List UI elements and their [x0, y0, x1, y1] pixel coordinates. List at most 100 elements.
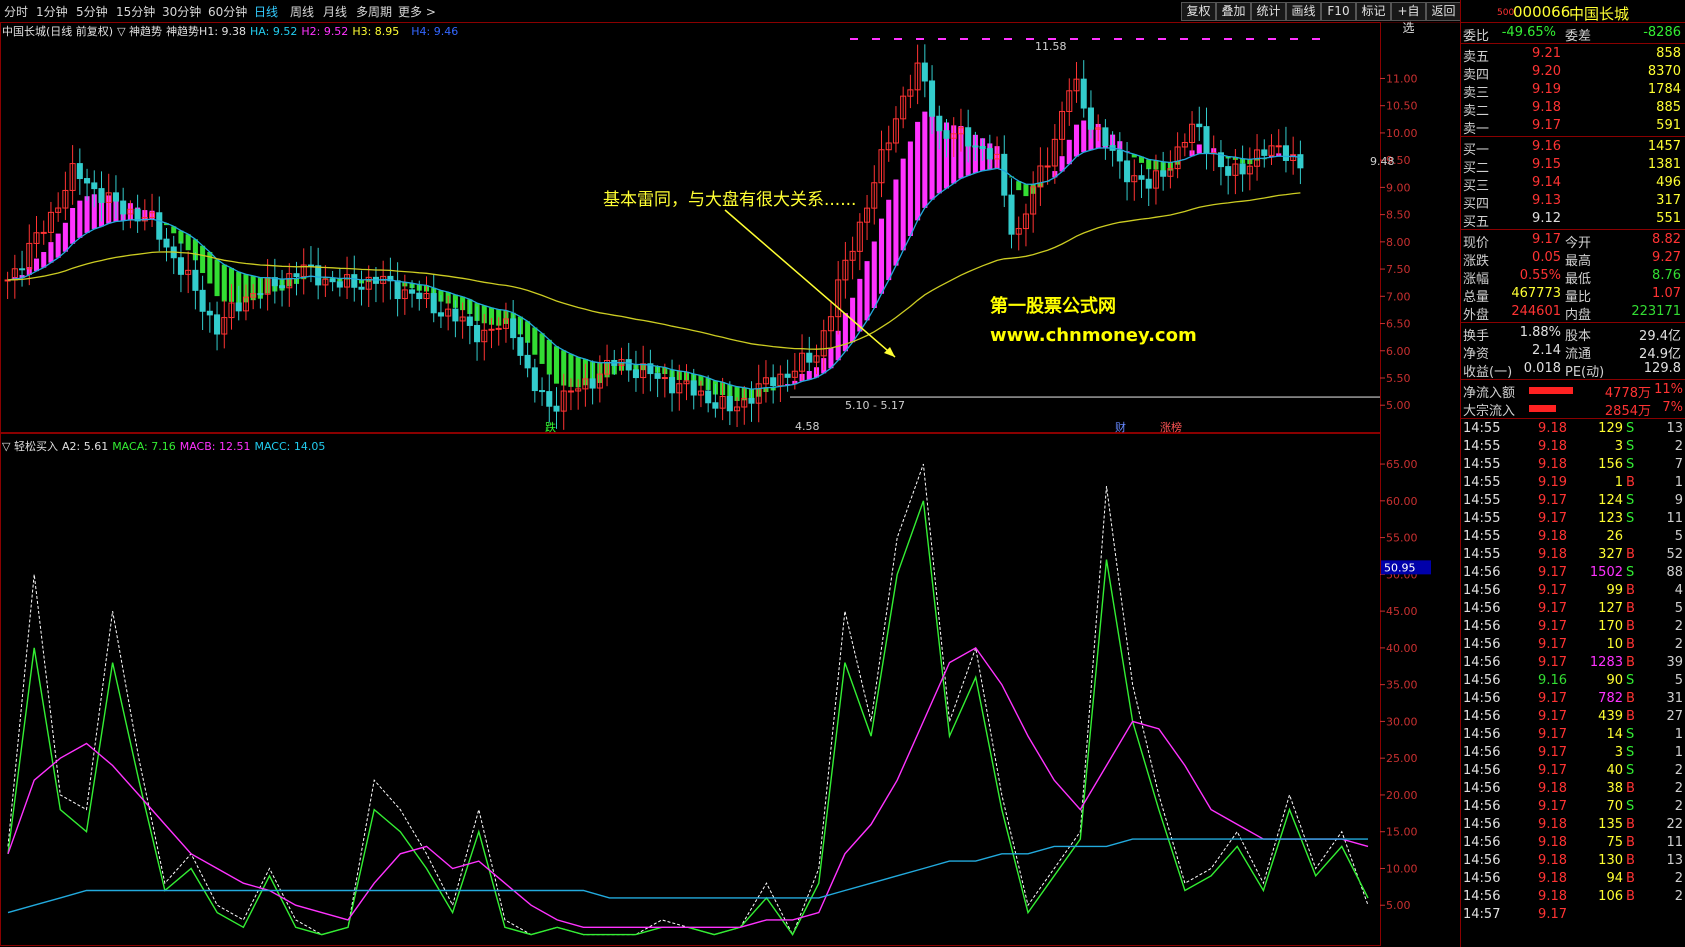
period-tab-6[interactable]: 日线	[254, 3, 278, 20]
period-tab-2[interactable]: 5分钟	[76, 3, 108, 20]
candle-body-43	[315, 265, 322, 286]
period-tab-5[interactable]: 60分钟	[208, 3, 247, 20]
toolbar-button-4[interactable]: F10	[1321, 2, 1356, 21]
tick-time: 14:56	[1463, 781, 1501, 796]
stat-value: 467773	[1511, 286, 1561, 301]
period-tab-9[interactable]: 多周期	[356, 3, 392, 20]
sub-axis-label-6: 35.00	[1386, 679, 1418, 692]
candle-body-154	[1116, 149, 1123, 162]
price-axis-label-9: 6.50	[1386, 318, 1411, 331]
tick-side: S	[1626, 727, 1635, 742]
tick-volume: 26	[1606, 529, 1623, 544]
stat2-row-2: 收益(一) 0.018 PE(动) 129.8	[1461, 360, 1685, 380]
top-marker-3	[916, 38, 924, 40]
sub-series-macc	[7, 838, 1368, 914]
tick-row-5: 14:55 9.17 123 S 11	[1461, 510, 1685, 528]
main-legend-h1: 神趋势H1: 9.38	[166, 25, 247, 38]
stat2-label2: PE(动)	[1565, 365, 1605, 380]
chart-area[interactable]: 11.0010.5010.009.509.008.508.007.507.006…	[0, 22, 1460, 947]
tick-price: 9.18	[1538, 457, 1567, 472]
top-marker-16	[1202, 38, 1210, 40]
tick-side: B	[1626, 691, 1635, 706]
stat-value: 9.17	[1532, 232, 1561, 247]
tick-side: S	[1626, 421, 1635, 436]
sub-axis-label-11: 10.00	[1386, 862, 1418, 875]
candle-body-15	[112, 192, 119, 202]
tick-row-3: 14:55 9.19 1 B 1	[1461, 474, 1685, 492]
watermark-site-name: 第一股票公式网	[990, 296, 1116, 317]
candle-body-28	[206, 310, 213, 316]
tick-volume: 1	[1614, 475, 1623, 490]
main-legend-indicator[interactable]: ▽ 神趋势	[117, 25, 162, 38]
sub-legend-title[interactable]: ▽ 轻松买入	[2, 440, 58, 453]
price-axis-label-4: 9.00	[1386, 181, 1411, 194]
toolbar-button-6[interactable]: +自选	[1391, 2, 1426, 35]
bid-price: 9.16	[1532, 139, 1561, 154]
event-tag-1: 财	[1115, 420, 1126, 434]
candle-body-38	[279, 285, 286, 289]
toolbar-button-2[interactable]: 统计	[1251, 2, 1286, 21]
toolbar-button-1[interactable]: 叠加	[1216, 2, 1251, 21]
tick-volume: 70	[1606, 799, 1623, 814]
tick-row-25: 14:56 9.18 94 B 2	[1461, 870, 1685, 888]
toolbar-button-3[interactable]: 画线	[1286, 2, 1321, 21]
stat-row-2: 涨幅 0.55% 最低 8.76	[1461, 267, 1685, 287]
candle-body-70	[510, 318, 517, 339]
ask-label: 卖一	[1463, 122, 1490, 137]
sub-axis-label-12: 5.00	[1386, 899, 1411, 912]
tick-volume: 129	[1598, 421, 1623, 436]
tick-price: 9.18	[1538, 781, 1567, 796]
top-marker-8	[1026, 38, 1034, 40]
tick-price: 9.17	[1538, 727, 1567, 742]
flow-row-1: 大宗流入 2854万 7%	[1461, 399, 1685, 419]
tick-row-20: 14:56 9.18 38 B 2	[1461, 780, 1685, 798]
price-axis-label-8: 7.00	[1386, 290, 1411, 303]
candle-body-91	[661, 377, 668, 380]
tick-volume: 14	[1606, 727, 1623, 742]
stat2-value: 2.14	[1532, 343, 1561, 358]
tick-price: 9.17	[1538, 691, 1567, 706]
price-axis-label-11: 5.50	[1386, 372, 1411, 385]
tick-count: 2	[1674, 637, 1683, 652]
candle-body-48	[351, 274, 358, 288]
top-marker-4	[938, 38, 946, 40]
stat-row-3: 总量 467773 量比 1.07	[1461, 285, 1685, 305]
tick-volume: 135	[1598, 817, 1623, 832]
tick-side: B	[1626, 547, 1635, 562]
tick-volume: 124	[1598, 493, 1623, 508]
toolbar-button-7[interactable]: 返回	[1426, 2, 1461, 21]
tick-side: S	[1626, 565, 1635, 580]
tick-price: 9.17	[1538, 709, 1567, 724]
quote-panel: 500 000066 中国长城 委比 -49.65% 委差 -8286 卖五 9.21 85…	[1460, 0, 1685, 947]
period-tab-10[interactable]: 更多 >	[398, 3, 436, 20]
stat2-row-0: 换手 1.88% 股本 29.4亿	[1461, 324, 1685, 344]
candle-body-18	[134, 208, 141, 222]
period-tab-4[interactable]: 30分钟	[162, 3, 201, 20]
period-tab-1[interactable]: 1分钟	[36, 3, 68, 20]
bid-volume: 1457	[1647, 139, 1681, 154]
candle-body-2	[19, 268, 26, 271]
stat-row-1: 涨跌 0.05 最高 9.27	[1461, 249, 1685, 269]
period-tab-3[interactable]: 15分钟	[116, 3, 155, 20]
toolbar-button-0[interactable]: 复权	[1181, 2, 1216, 21]
tick-time: 14:56	[1463, 709, 1501, 724]
tick-side: B	[1626, 817, 1635, 832]
tick-price: 9.17	[1538, 619, 1567, 634]
tick-time: 14:56	[1463, 817, 1501, 832]
period-tab-0[interactable]: 分时	[4, 3, 28, 20]
period-tab-7[interactable]: 周线	[290, 3, 314, 20]
tick-count: 13	[1666, 421, 1683, 436]
sub-chart-legend: ▽ 轻松买入 A2: 5.61 MACA: 7.16 MACB: 12.51 MACC:…	[2, 438, 329, 454]
candle-body-97	[705, 390, 712, 404]
candle-body-106	[770, 377, 777, 387]
top-marker-6	[982, 38, 990, 40]
period-tab-8[interactable]: 月线	[323, 3, 347, 20]
candle-body-56	[409, 289, 416, 294]
ask-price: 9.18	[1532, 100, 1561, 115]
candle-body-127	[921, 62, 928, 82]
tick-row-4: 14:55 9.17 124 S 9	[1461, 492, 1685, 510]
toolbar-button-5[interactable]: 标记	[1356, 2, 1391, 21]
stat-value2: 8.76	[1652, 268, 1681, 283]
candle-body-16	[120, 200, 127, 215]
sub-axis-label-2: 55.00	[1386, 532, 1418, 545]
